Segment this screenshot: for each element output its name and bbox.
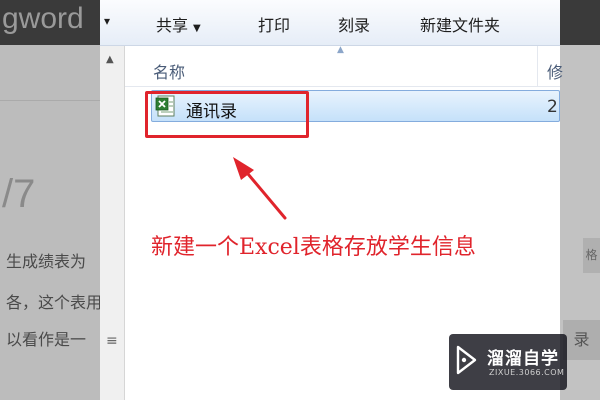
explorer-toolbar: ▾ 共享 ▼ 打印 刻录 新建文件夹: [100, 0, 560, 46]
column-header-modified[interactable]: 修: [547, 59, 563, 83]
chevron-down-icon: ▼: [193, 23, 201, 34]
share-button[interactable]: 共享 ▼: [156, 12, 201, 36]
navigation-pane-scrollbar[interactable]: ▲ ≡: [100, 46, 125, 400]
play-logo-icon: [456, 345, 477, 375]
column-header-row: 名称 ▲ 修: [125, 45, 563, 87]
burn-button[interactable]: 刻录: [338, 12, 370, 36]
share-button-label: 共享: [156, 16, 189, 35]
annotation-text: 新建一个Excel表格存放学生信息: [151, 235, 476, 260]
background-right-tab: 格: [583, 238, 600, 273]
new-folder-button[interactable]: 新建文件夹: [420, 12, 500, 36]
background-divider: [0, 100, 100, 101]
scroll-up-arrow-icon[interactable]: ▲: [106, 54, 114, 65]
watermark-url: ZIXUE.3066.COM: [489, 368, 565, 377]
background-text-line: 以看作是一: [6, 330, 87, 349]
print-button[interactable]: 打印: [258, 12, 290, 36]
watermark-brand: 溜溜自学: [487, 349, 559, 369]
background-text-line: 各，这个表用: [6, 293, 103, 312]
background-right-box: 录: [563, 320, 600, 360]
background-topbar-text: gword: [2, 2, 84, 35]
watermark-logo: 溜溜自学 ZIXUE.3066.COM: [449, 334, 567, 390]
sort-ascending-icon: ▲: [337, 45, 344, 55]
column-header-name[interactable]: 名称: [153, 59, 185, 83]
column-divider[interactable]: [537, 46, 538, 86]
file-modified-partial: 2: [547, 97, 558, 117]
background-heading: /7: [2, 172, 36, 216]
toolbar-dropdown-arrow-icon[interactable]: ▾: [104, 14, 110, 28]
scroll-grip-icon[interactable]: ≡: [106, 333, 118, 349]
background-text-line: 生成绩表为: [6, 252, 87, 271]
highlight-box: [145, 91, 309, 138]
